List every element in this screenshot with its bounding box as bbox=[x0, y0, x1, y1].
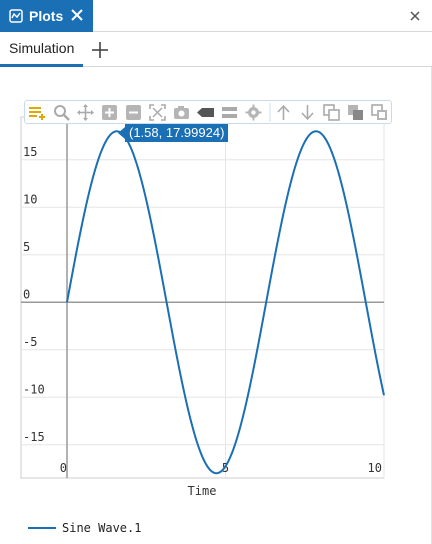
y-tick-label: -15 bbox=[23, 430, 45, 444]
chart-legend[interactable]: Sine Wave.1 bbox=[28, 521, 141, 535]
x-tick-label: 10 bbox=[368, 461, 382, 475]
camera-icon[interactable] bbox=[173, 104, 190, 121]
y-tick-label: -5 bbox=[23, 335, 37, 349]
plot-toolbar bbox=[24, 100, 392, 124]
plot-area-frame bbox=[20, 116, 385, 479]
y-tick-label: 0 bbox=[23, 287, 30, 301]
fit-icon[interactable] bbox=[149, 104, 166, 121]
pan-icon[interactable] bbox=[77, 104, 94, 121]
legend-menu-icon[interactable] bbox=[28, 104, 45, 121]
y-tick-label: 5 bbox=[23, 240, 30, 254]
copy-icon[interactable] bbox=[323, 104, 340, 121]
settings-icon[interactable] bbox=[245, 104, 262, 121]
x-axis-label: Time bbox=[188, 484, 217, 498]
zoom-icon[interactable] bbox=[53, 104, 70, 121]
zoom-out-icon[interactable] bbox=[125, 104, 142, 121]
line-style-icon[interactable] bbox=[221, 104, 238, 121]
paste-icon[interactable] bbox=[371, 104, 388, 121]
y-tick-label: 10 bbox=[23, 192, 37, 206]
zoom-in-icon[interactable] bbox=[101, 104, 118, 121]
toolbar-divider bbox=[269, 103, 271, 122]
arrow-down-icon[interactable] bbox=[299, 104, 316, 121]
y-tick-label: 15 bbox=[23, 145, 37, 159]
data-point-tooltip: (1.58, 17.99924) bbox=[125, 124, 229, 142]
y-tick-label: -10 bbox=[23, 382, 45, 396]
plot-chart[interactable]: 151050-5-10-150 5 10 Time bbox=[0, 0, 432, 544]
legend-series-label: Sine Wave.1 bbox=[62, 521, 142, 535]
arrow-up-icon[interactable] bbox=[275, 104, 292, 121]
label-tag-icon[interactable] bbox=[197, 104, 214, 121]
x-tick-label: 0 bbox=[60, 461, 67, 475]
legend-swatch bbox=[28, 527, 56, 529]
duplicate-icon[interactable] bbox=[347, 104, 364, 121]
tooltip-pointer bbox=[118, 127, 125, 139]
